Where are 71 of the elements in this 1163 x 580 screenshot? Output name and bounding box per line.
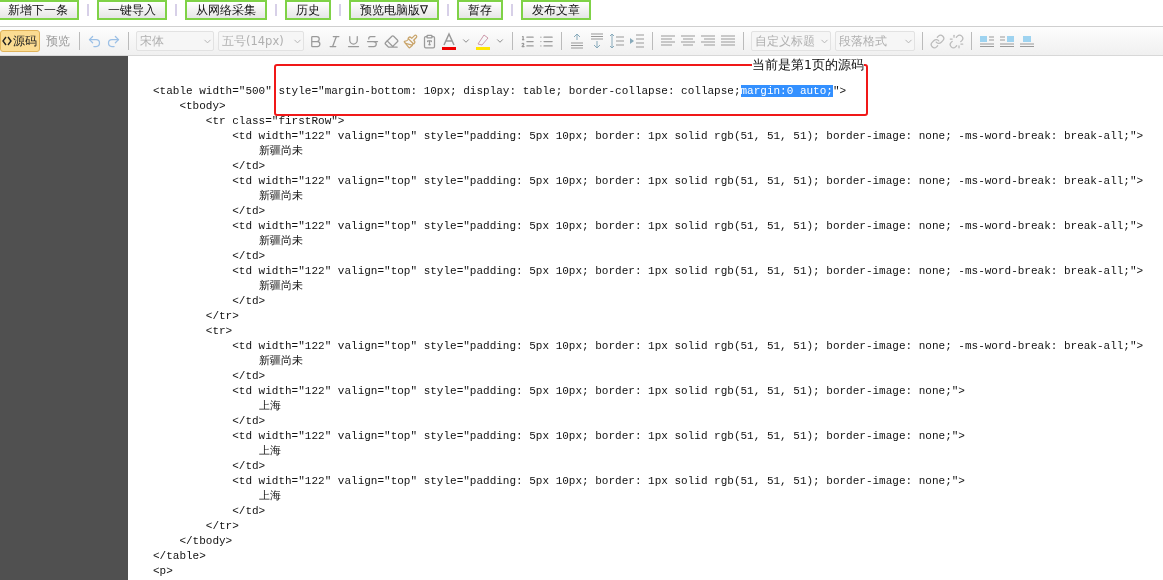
code-line: <table width="500" style="margin-bottom: 10px; display: table; border-collapse: collapse;margin:0 auto;"> [153, 84, 848, 99]
code-line: 上海 [257, 489, 282, 504]
code-line: 上海 [257, 399, 282, 414]
code-line: </td> [231, 504, 267, 519]
image-center-icon[interactable] [1019, 34, 1035, 48]
source-button[interactable]: 源码 [0, 30, 40, 52]
code-line: <td width="122" valign="top" style="padding: 5px 10px; border: 1px solid rgb(51, 51, 51); border-image: none;"> [231, 429, 966, 444]
code-line: <td width="122" valign="top" style="padding: 5px 10px; border: 1px solid rgb(51, 51, 51); border-image: none; -ms-word-break: break-all;"> [231, 129, 1145, 144]
unlink-icon[interactable] [949, 33, 964, 49]
action-button[interactable]: 新增下一条 [0, 0, 79, 20]
code-line: </td> [231, 204, 267, 219]
bold-icon[interactable] [308, 33, 323, 49]
code-line: <td width="122" valign="top" style="padding: 5px 10px; border: 1px solid rgb(51, 51, 51); border-image: none; -ms-word-break: break-all;"> [231, 174, 1145, 189]
align-center-icon[interactable] [680, 34, 696, 48]
code-line: <p> [153, 564, 174, 579]
code-line: </td> [231, 414, 267, 429]
code-line: </tr> [204, 309, 240, 324]
image-right-icon[interactable] [999, 34, 1015, 48]
font-color-icon[interactable] [441, 32, 457, 50]
italic-icon[interactable] [327, 33, 342, 49]
code-line: <tr> [204, 324, 234, 339]
link-icon[interactable] [930, 33, 945, 49]
code-line: <td width="122" valign="top" style="padding: 5px 10px; border: 1px solid rgb(51, 51, 51); border-image: none;"> [231, 474, 966, 489]
code-line: <td width="122" valign="top" style="padding: 5px 10px; border: 1px solid rgb(51, 51, 51); border-image: none; -ms-word-break: break-all;"> [231, 339, 1145, 354]
code-line: </td> [231, 369, 267, 384]
clipboard-icon[interactable] [422, 33, 437, 49]
image-left-icon[interactable] [979, 34, 995, 48]
justify-icon[interactable] [720, 34, 736, 48]
code-line: </table> [153, 549, 207, 564]
paintbrush-icon[interactable] [403, 33, 418, 49]
numbered-list-icon[interactable] [520, 33, 535, 49]
code-line: <tr class="firstRow"> [204, 114, 346, 129]
spacing-bottom-icon[interactable] [589, 33, 605, 49]
code-line: </td> [231, 249, 267, 264]
code-icon [2, 36, 12, 46]
code-line: 新疆尚未 [257, 144, 304, 159]
code-line: 上海 [257, 444, 282, 459]
highlight-icon[interactable] [475, 32, 491, 50]
caret-icon[interactable] [461, 36, 471, 46]
code-line: <td width="122" valign="top" style="padding: 5px 10px; border: 1px solid rgb(51, 51, 51); border-image: none; -ms-word-break: break-all;"> [231, 264, 1145, 279]
caret-icon[interactable] [495, 36, 505, 46]
code-line: <td width="122" valign="top" style="padding: 5px 10px; border: 1px solid rgb(51, 51, 51); border-image: none;"> [231, 384, 966, 399]
action-button[interactable]: 从网络采集 [185, 0, 267, 20]
code-line: </td> [231, 159, 267, 174]
code-line: <tbody> [178, 99, 227, 114]
code-line: </td> [231, 459, 267, 474]
action-button[interactable]: 预览电脑版∇ [349, 0, 440, 20]
code-line: 新疆尚未 [257, 354, 304, 369]
code-line: </td> [231, 294, 267, 309]
action-button[interactable]: 一键导入 [97, 0, 167, 20]
align-right-icon[interactable] [700, 34, 716, 48]
undo-icon[interactable] [87, 33, 102, 49]
indent-icon[interactable] [629, 33, 645, 49]
code-line: 新疆尚未 [257, 279, 304, 294]
annotation-label: 当前是第1页的源码 [752, 57, 864, 72]
code-line: </tbody> [178, 534, 234, 549]
code-line: 新疆尚未 [257, 234, 304, 249]
code-line: </tr> [204, 519, 240, 534]
strikethrough-icon[interactable] [365, 33, 380, 49]
line-height-icon[interactable] [609, 33, 625, 49]
action-button[interactable]: 历史 [285, 0, 331, 20]
code-line: 新疆尚未 [257, 189, 304, 204]
align-left-icon[interactable] [660, 34, 676, 48]
action-button[interactable]: 暂存 [457, 0, 504, 20]
bullet-list-icon[interactable] [539, 33, 554, 49]
spacing-top-icon[interactable] [569, 33, 585, 49]
underline-icon[interactable] [346, 33, 361, 49]
eraser-icon[interactable] [384, 33, 399, 49]
action-button[interactable]: 发布文章 [521, 0, 592, 20]
code-line: <td width="122" valign="top" style="padding: 5px 10px; border: 1px solid rgb(51, 51, 51); border-image: none; -ms-word-break: break-all;"> [231, 219, 1145, 234]
redo-icon[interactable] [106, 33, 121, 49]
